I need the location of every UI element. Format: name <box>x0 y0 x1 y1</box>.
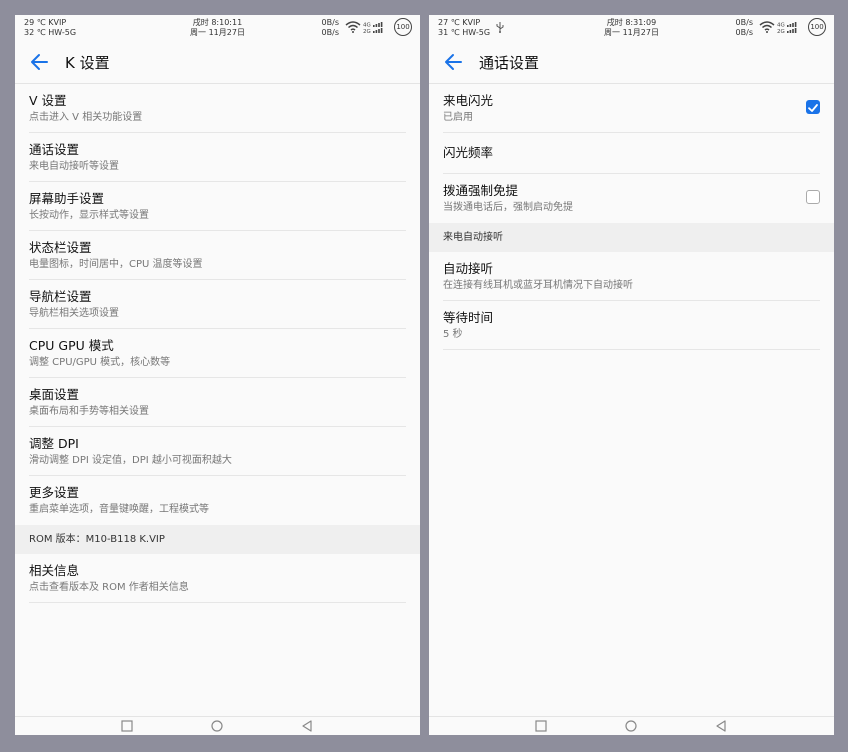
k-settings-screen: 29 ℃ KVIP 32 ℃ HW-5G 戌时 8:10:11 周一 11月27… <box>15 15 420 735</box>
list-item-statusbar-settings[interactable]: 状态栏设置 电量图标，时间居中，CPU 温度等设置 <box>29 231 406 280</box>
item-subtitle: 重启菜单选项，音量键唤醒，工程模式等 <box>29 504 209 515</box>
list-item-flash-frequency[interactable]: 闪光频率 <box>443 133 820 174</box>
speed-up: 0B/s <box>321 18 339 27</box>
auto-answer-section-header: 来电自动接听 <box>429 223 834 252</box>
back-arrow-icon[interactable] <box>27 50 53 74</box>
list-item-force-speaker[interactable]: 拨通强制免提 当拨通电话后，强制启动免提 <box>443 174 820 223</box>
net-bottom-label: 2G <box>363 29 371 35</box>
wifi-icon <box>759 21 775 33</box>
item-title: 通话设置 <box>29 142 80 157</box>
list-item-adjust-dpi[interactable]: 调整 DPI 滑动调整 DPI 设定值，DPI 越小可视面积越大 <box>29 427 406 476</box>
incoming-flash-checkbox[interactable] <box>806 100 820 114</box>
list-item-screen-assistant[interactable]: 屏幕助手设置 长按动作，显示样式等设置 <box>29 182 406 231</box>
item-title: CPU GPU 模式 <box>29 338 114 353</box>
item-subtitle: 点击进入 V 相关功能设置 <box>29 112 143 123</box>
net-bottom-label: 2G <box>777 29 785 35</box>
back-arrow-icon[interactable] <box>441 50 467 74</box>
signal-icon: 4G 2G <box>777 22 797 35</box>
battery-icon: 100 <box>808 18 826 36</box>
item-title: 等待时间 <box>443 310 494 325</box>
item-title: 桌面设置 <box>29 387 80 402</box>
navigation-bar <box>15 716 420 735</box>
nav-back-icon[interactable] <box>715 720 727 732</box>
wifi-icon <box>345 21 361 33</box>
check-icon <box>808 104 818 112</box>
item-title: 状态栏设置 <box>29 240 92 255</box>
item-subtitle: 电量图标，时间居中，CPU 温度等设置 <box>29 259 203 270</box>
page-title: K 设置 <box>65 54 110 72</box>
battery-icon: 100 <box>394 18 412 36</box>
status-bar: 27 ℃ KVIP 31 ℃ HW-5G 戌时 8:31:09 周一 11月27… <box>429 15 834 42</box>
item-subtitle: 调整 CPU/GPU 模式，核心数等 <box>29 357 171 368</box>
speed-up: 0B/s <box>735 18 753 27</box>
item-subtitle: 导航栏相关选项设置 <box>29 308 119 319</box>
item-subtitle: 来电自动接听等设置 <box>29 161 119 172</box>
rom-version-header: ROM 版本：M10-B118 K.VIP <box>15 525 420 554</box>
item-subtitle: 滑动调整 DPI 设定值，DPI 越小可视面积越大 <box>29 455 232 466</box>
nav-home-icon[interactable] <box>625 720 637 732</box>
item-title: 相关信息 <box>29 563 80 578</box>
net-top-label: 4G <box>363 23 371 29</box>
speed-down: 0B/s <box>321 28 339 37</box>
settings-list: V 设置 点击进入 V 相关功能设置 通话设置 来电自动接听等设置 屏幕助手设置… <box>15 84 420 603</box>
item-subtitle: 长按动作，显示样式等设置 <box>29 210 149 221</box>
nav-square-icon[interactable] <box>121 720 133 732</box>
nav-home-icon[interactable] <box>211 720 223 732</box>
item-subtitle: 在连接有线耳机或蓝牙耳机情况下自动接听 <box>443 280 633 291</box>
status-bar: 29 ℃ KVIP 32 ℃ HW-5G 戌时 8:10:11 周一 11月27… <box>15 15 420 42</box>
nav-square-icon[interactable] <box>535 720 547 732</box>
list-item-v-settings[interactable]: V 设置 点击进入 V 相关功能设置 <box>29 84 406 133</box>
nav-back-icon[interactable] <box>301 720 313 732</box>
list-item-about[interactable]: 相关信息 点击查看版本及 ROM 作者相关信息 <box>29 554 406 603</box>
network-speed: 0B/s 0B/s <box>736 18 753 38</box>
item-title: 来电闪光 <box>443 93 494 108</box>
list-item-incoming-flash[interactable]: 来电闪光 已启用 <box>443 84 820 133</box>
item-title: 导航栏设置 <box>29 289 92 304</box>
navigation-bar <box>429 716 834 735</box>
item-title: V 设置 <box>29 93 67 108</box>
call-settings-list: 来电闪光 已启用 闪光频率 拨通强制免提 当拨通电话后，强制启动免提 来电自动接… <box>429 84 834 350</box>
force-speaker-checkbox[interactable] <box>806 190 820 204</box>
item-subtitle: 点击查看版本及 ROM 作者相关信息 <box>29 582 189 593</box>
net-top-label: 4G <box>777 23 785 29</box>
page-title: 通话设置 <box>479 54 540 72</box>
action-bar: 通话设置 <box>429 42 834 84</box>
item-title: 调整 DPI <box>29 436 79 451</box>
list-item-more-settings[interactable]: 更多设置 重启菜单选项，音量键唤醒，工程模式等 <box>29 476 406 525</box>
item-title: 拨通强制免提 <box>443 183 519 198</box>
item-title: 屏幕助手设置 <box>29 191 105 206</box>
list-item-desktop-settings[interactable]: 桌面设置 桌面布局和手势等相关设置 <box>29 378 406 427</box>
item-title: 自动接听 <box>443 261 494 276</box>
item-subtitle: 当拨通电话后，强制启动免提 <box>443 202 573 213</box>
item-title: 闪光频率 <box>443 145 494 160</box>
list-item-wait-time[interactable]: 等待时间 5 秒 <box>443 301 820 350</box>
list-item-cpu-gpu-mode[interactable]: CPU GPU 模式 调整 CPU/GPU 模式，核心数等 <box>29 329 406 378</box>
list-item-auto-answer[interactable]: 自动接听 在连接有线耳机或蓝牙耳机情况下自动接听 <box>443 252 820 301</box>
item-subtitle: 桌面布局和手势等相关设置 <box>29 406 149 417</box>
signal-icon: 4G 2G <box>363 22 383 35</box>
call-settings-screen: 27 ℃ KVIP 31 ℃ HW-5G 戌时 8:31:09 周一 11月27… <box>429 15 834 735</box>
action-bar: K 设置 <box>15 42 420 84</box>
list-item-call-settings[interactable]: 通话设置 来电自动接听等设置 <box>29 133 406 182</box>
speed-down: 0B/s <box>735 28 753 37</box>
item-subtitle: 5 秒 <box>443 329 463 340</box>
network-speed: 0B/s 0B/s <box>322 18 339 38</box>
list-item-navbar-settings[interactable]: 导航栏设置 导航栏相关选项设置 <box>29 280 406 329</box>
item-subtitle: 已启用 <box>443 112 473 123</box>
item-title: 更多设置 <box>29 485 80 500</box>
